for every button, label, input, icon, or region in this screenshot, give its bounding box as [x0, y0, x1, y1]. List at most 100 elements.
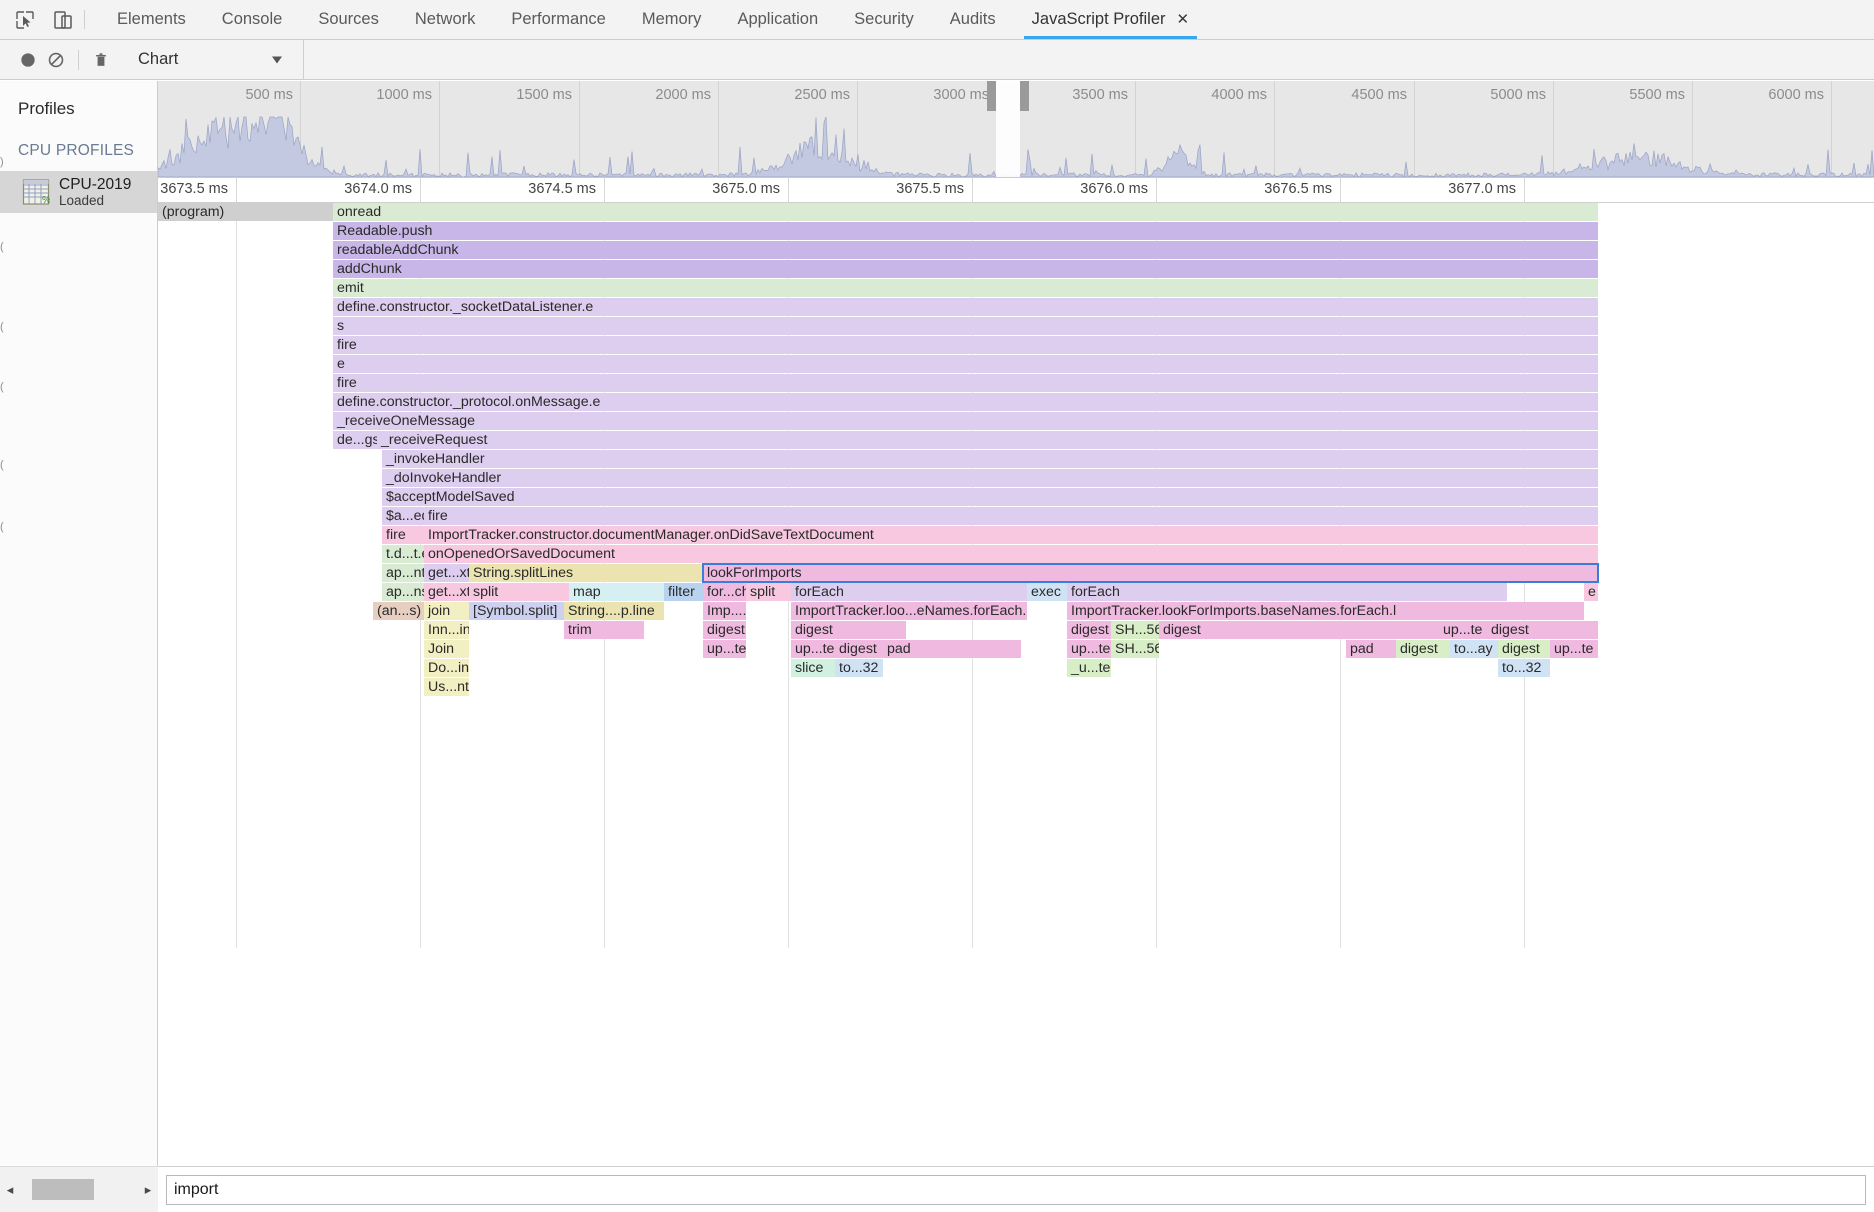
- flame-frame[interactable]: Readable.push: [333, 222, 1598, 241]
- flame-frame[interactable]: Join: [424, 640, 469, 659]
- flame-frame[interactable]: ImportTracker.lookForImports.baseNames.f…: [1067, 602, 1584, 621]
- scrollbar-track[interactable]: [20, 1167, 138, 1212]
- flame-frame[interactable]: e: [333, 355, 1598, 374]
- flame-frame[interactable]: to...32: [1498, 659, 1550, 678]
- tab-console[interactable]: Console: [204, 0, 301, 39]
- flame-frame[interactable]: trim: [564, 621, 604, 640]
- flame-frame[interactable]: _receiveRequest: [377, 431, 1598, 450]
- flame-frame[interactable]: forEach: [791, 583, 1027, 602]
- flame-frame[interactable]: e: [1584, 583, 1598, 602]
- flame-frame[interactable]: $acceptModelSaved: [382, 488, 1598, 507]
- flame-frame[interactable]: join: [424, 602, 469, 621]
- flame-frame[interactable]: $a...ed: [382, 507, 424, 526]
- flame-frame[interactable]: Us...nt: [424, 678, 469, 697]
- flame-frame[interactable]: s: [333, 317, 1598, 336]
- flame-frame[interactable]: split: [746, 583, 791, 602]
- flame-frame[interactable]: digest: [835, 640, 883, 659]
- flame-frame[interactable]: define.constructor._socketDataListener.e: [333, 298, 1598, 317]
- flame-frame[interactable]: digest: [791, 621, 906, 640]
- flame-frame[interactable]: _receiveOneMessage: [333, 412, 1598, 431]
- flame-frame[interactable]: onOpenedOrSavedDocument: [424, 545, 1598, 564]
- flame-frame[interactable]: to...ay: [1450, 640, 1498, 659]
- flame-frame[interactable]: (an...s): [373, 602, 424, 621]
- flame-frame[interactable]: fire: [382, 526, 424, 545]
- clear-stop-button[interactable]: [42, 46, 70, 74]
- inspect-element-icon[interactable]: [14, 9, 36, 31]
- flame-frame[interactable]: ap...nt: [382, 564, 424, 583]
- flame-frame[interactable]: fire: [333, 336, 1598, 355]
- flame-frame[interactable]: digest: [1067, 621, 1111, 640]
- flame-frame[interactable]: pad: [1346, 640, 1396, 659]
- flame-frame[interactable]: digest: [1498, 640, 1550, 659]
- sidebar-item-cpu-profile[interactable]: % CPU-2019 Loaded: [0, 171, 157, 213]
- flame-frame[interactable]: define.constructor._protocol.onMessage.e: [333, 393, 1598, 412]
- flame-frame[interactable]: pad: [883, 640, 1021, 659]
- flame-frame[interactable]: slice: [791, 659, 835, 678]
- flame-frame[interactable]: Inn...in: [424, 621, 469, 640]
- flame-frame[interactable]: [Symbol.split]: [469, 602, 564, 621]
- flame-frame[interactable]: String.splitLines: [469, 564, 703, 583]
- sidebar-horizontal-scrollbar[interactable]: ◂ ▸: [0, 1166, 158, 1212]
- tab-audits[interactable]: Audits: [932, 0, 1014, 39]
- flame-frame[interactable]: ImportTracker.loo...eNames.forEach.l: [791, 602, 1027, 621]
- flame-frame[interactable]: [604, 621, 644, 640]
- flame-frame[interactable]: up...te: [1439, 621, 1487, 640]
- flame-frame[interactable]: split: [469, 583, 569, 602]
- search-input[interactable]: [166, 1174, 1866, 1205]
- tab-elements[interactable]: Elements: [99, 0, 204, 39]
- flame-frame[interactable]: get...xt: [424, 583, 469, 602]
- device-toolbar-icon[interactable]: [52, 9, 74, 31]
- flame-chart[interactable]: (program) onread Readable.push readableAddC…: [158, 203, 1874, 948]
- profile-overview[interactable]: 500 ms 1000 ms 1500 ms 2000 ms 2500 ms 3000 m…: [158, 81, 1874, 178]
- flame-frame[interactable]: digest: [703, 621, 746, 640]
- flame-frame[interactable]: ImportTracker.constructor.documentManage…: [424, 526, 1598, 545]
- tab-application[interactable]: Application: [719, 0, 836, 39]
- scroll-left-arrow-icon[interactable]: ◂: [0, 1182, 20, 1198]
- flame-frame[interactable]: Do...in: [424, 659, 469, 678]
- close-icon[interactable]: ✕: [1177, 12, 1190, 27]
- flame-frame[interactable]: lookForImports: [702, 562, 1599, 584]
- scroll-right-arrow-icon[interactable]: ▸: [138, 1182, 158, 1198]
- flame-frame[interactable]: digest: [1396, 640, 1450, 659]
- tab-sources[interactable]: Sources: [300, 0, 397, 39]
- tab-network[interactable]: Network: [397, 0, 494, 39]
- flame-frame[interactable]: up...te: [1550, 640, 1598, 659]
- flame-frame[interactable]: forEach: [1067, 583, 1507, 602]
- flame-frame[interactable]: SH...56: [1111, 640, 1159, 659]
- flame-frame[interactable]: to...32: [835, 659, 883, 678]
- scrollbar-thumb[interactable]: [32, 1179, 94, 1200]
- flame-frame[interactable]: _doInvokeHandler: [382, 469, 1598, 488]
- flame-frame[interactable]: SH...56: [1111, 621, 1159, 640]
- flame-frame[interactable]: digest: [1159, 621, 1439, 640]
- flame-frame[interactable]: de...gs: [333, 431, 377, 450]
- flame-frame[interactable]: t.d...t.e: [382, 545, 424, 564]
- flame-frame[interactable]: fire: [424, 507, 1598, 526]
- flame-frame[interactable]: _invokeHandler: [382, 450, 1598, 469]
- view-mode-select[interactable]: Chart: [131, 45, 297, 75]
- flame-frame[interactable]: filter: [664, 583, 703, 602]
- flame-frame[interactable]: String....p.line: [564, 602, 664, 621]
- tab-javascript-profiler[interactable]: JavaScript Profiler ✕: [1014, 0, 1207, 39]
- flame-frame[interactable]: map: [569, 583, 664, 602]
- flame-frame[interactable]: up...te: [791, 640, 835, 659]
- flame-frame[interactable]: readableAddChunk: [333, 241, 1598, 260]
- record-button[interactable]: [14, 46, 42, 74]
- flame-frame[interactable]: Imp....l: [703, 602, 746, 621]
- tab-security[interactable]: Security: [836, 0, 932, 39]
- flame-frame[interactable]: up...te: [703, 640, 746, 659]
- flame-frame[interactable]: up...te: [1067, 640, 1111, 659]
- flame-frame[interactable]: exec: [1027, 583, 1067, 602]
- flame-frame[interactable]: fire: [333, 374, 1598, 393]
- flame-frame[interactable]: onread: [333, 203, 1598, 222]
- flame-frame[interactable]: emit: [333, 279, 1598, 298]
- flame-frame[interactable]: ap...ns: [382, 583, 424, 602]
- flame-frame[interactable]: for...ch: [703, 583, 746, 602]
- tab-performance[interactable]: Performance: [493, 0, 623, 39]
- tab-memory[interactable]: Memory: [624, 0, 720, 39]
- flame-frame[interactable]: digest: [1487, 621, 1598, 640]
- delete-trash-button[interactable]: [87, 46, 115, 74]
- overview-window-right-handle[interactable]: [1020, 81, 1029, 111]
- flame-frame[interactable]: addChunk: [333, 260, 1598, 279]
- flame-frame[interactable]: get...xt: [424, 564, 469, 583]
- overview-window-left-handle[interactable]: [987, 81, 996, 111]
